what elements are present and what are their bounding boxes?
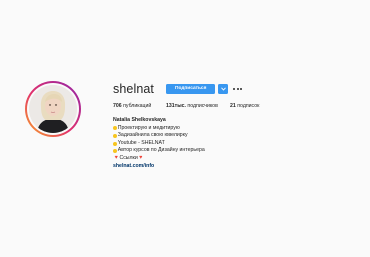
dot [236,88,239,90]
followers-count: 131тыс. [166,103,186,109]
profile-page: shelnat Подписаться 706 публикаций 131ты… [0,0,370,257]
more-options-icon[interactable] [233,84,243,94]
profile-bio: Natalia Shelkovskaya Проектирую и медити… [113,117,205,170]
bio-line-text: Задизайнила свою ювелирку [117,132,188,139]
story-ring[interactable] [25,81,81,137]
yellow-dot-icon [113,141,117,146]
yellow-dot-icon [113,149,117,154]
follow-button[interactable]: Подписаться [166,84,216,94]
avatar-photo-icon [29,85,77,133]
posts-stat: 706 публикаций [113,103,166,109]
yellow-dot-icon [113,133,117,138]
profile-link[interactable]: shelnat.com/info [113,163,205,171]
following-label: подписок [237,103,260,109]
chevron-down-icon [221,87,226,91]
full-name: Natalia Shelkovskaya [113,117,166,123]
dot [240,88,243,90]
profile-header: shelnat Подписаться [113,82,243,96]
suggestions-dropdown-button[interactable] [218,84,229,94]
bio-links-line: 🔻Ссылки🔻 [113,154,145,161]
followers-label: подписчиков [187,103,218,109]
following-count: 21 [230,103,236,109]
avatar-gap [27,83,79,135]
avatar[interactable] [29,85,77,133]
dot [233,88,236,90]
yellow-dot-icon [113,126,117,131]
followers-stat[interactable]: 131тыс. подписчиков [166,103,230,109]
posts-count: 706 [113,103,122,109]
bio-line-text: Автор курсов по Дизайну интерьера [117,147,205,154]
following-stat[interactable]: 21 подписок [230,103,259,109]
posts-label: публикаций [123,103,152,109]
bio-line: Задизайнила свою ювелирку [113,132,205,140]
bio-line: Автор курсов по Дизайну интерьера [113,147,205,155]
profile-stats: 706 публикаций 131тыс. подписчиков 21 по… [113,103,259,109]
username: shelnat [113,82,155,96]
